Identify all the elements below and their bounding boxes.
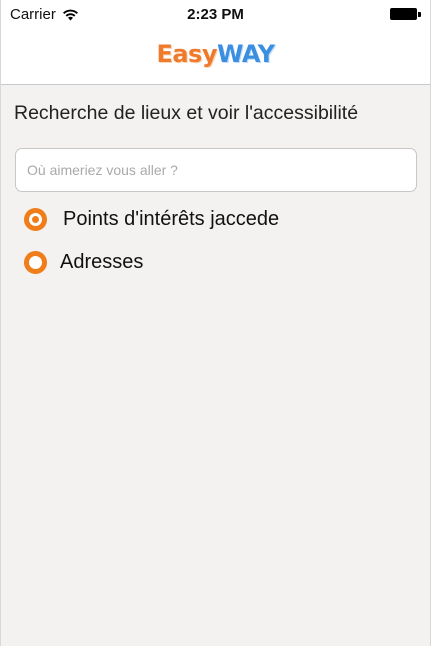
option-adresses[interactable]: Adresses <box>24 250 279 274</box>
logo-way-text: WAY <box>216 40 275 68</box>
option-label: Points d'intérêts jaccede <box>63 207 280 230</box>
option-label: Adresses <box>60 250 144 273</box>
wifi-icon <box>62 9 78 20</box>
logo-easy-text: Easy <box>156 40 217 68</box>
search-input[interactable] <box>15 148 417 192</box>
carrier-label: Carrier <box>10 5 56 23</box>
status-left: Carrier <box>10 6 79 23</box>
page-title: Recherche de lieux et voir l'accessibili… <box>14 102 359 124</box>
radio-unselected-icon[interactable] <box>24 250 47 274</box>
search-type-options: Points d'intérêts jaccede Adresses <box>24 207 279 293</box>
option-points-interets[interactable]: Points d'intérêts jaccede <box>24 207 279 231</box>
status-bar: Carrier 2:23 PM <box>1 0 430 28</box>
app-screen: Carrier 2:23 PM Easy WAY Recherche de li… <box>0 0 431 646</box>
radio-selected-icon[interactable] <box>24 207 47 231</box>
navigation-bar: Easy WAY <box>1 28 430 85</box>
battery-icon <box>390 8 422 21</box>
easyway-logo: Easy WAY <box>156 40 275 68</box>
